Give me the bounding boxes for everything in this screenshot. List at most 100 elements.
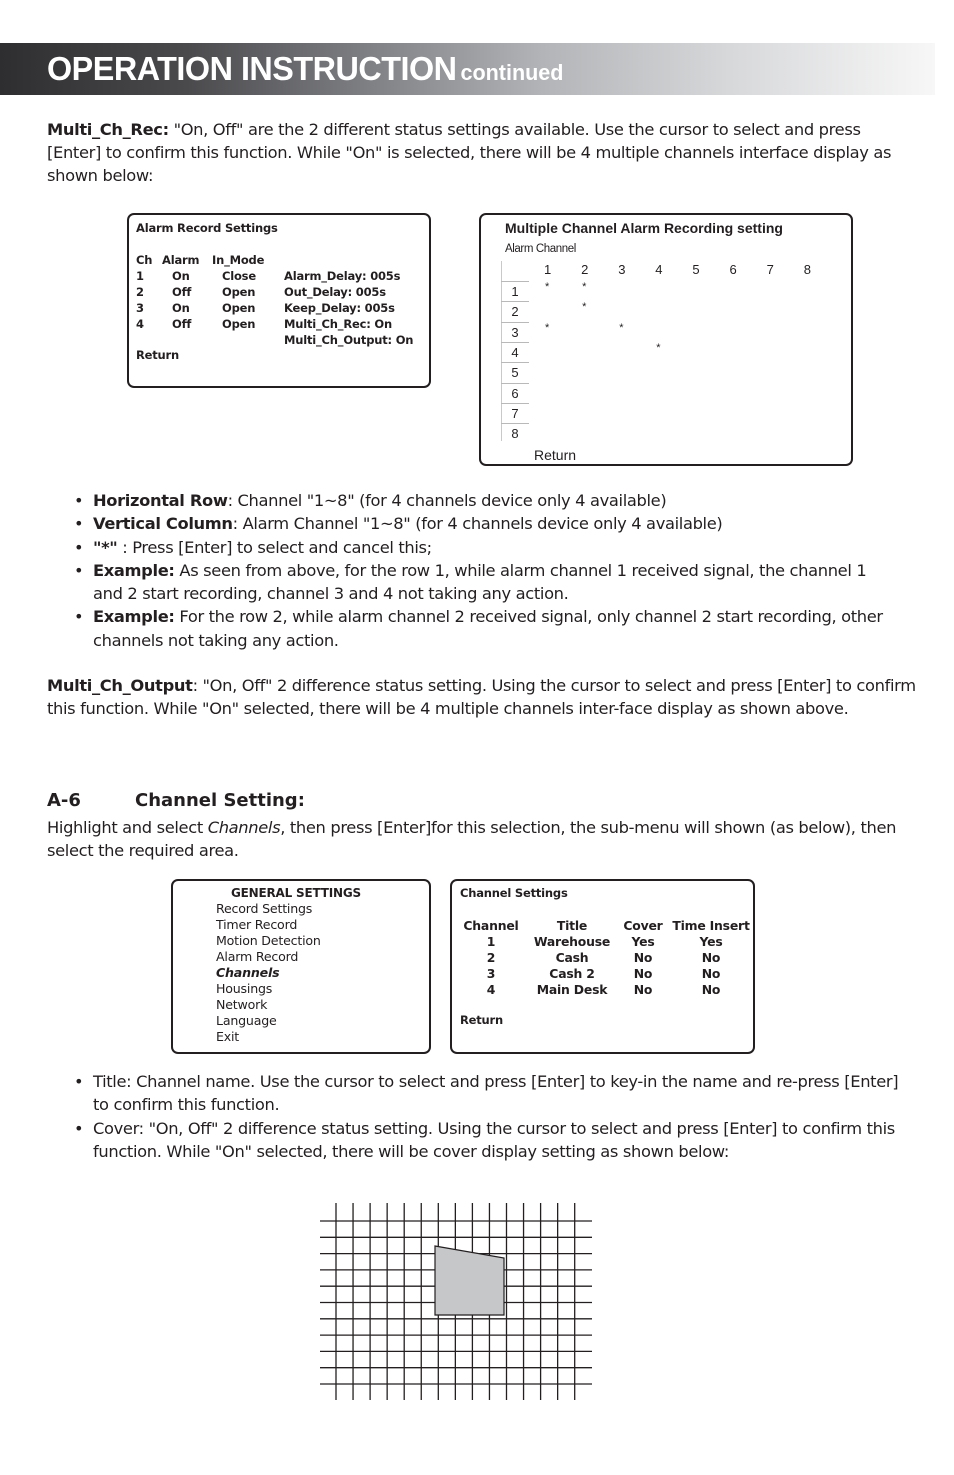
menu-item-record-settings[interactable]: Record Settings bbox=[216, 901, 312, 916]
bullet-text: : Alarm Channel "1~8" (for 4 channels de… bbox=[232, 514, 723, 534]
matrix-row-label: 7 bbox=[501, 402, 529, 423]
alarm-row-mode[interactable]: Close bbox=[222, 269, 256, 283]
bullet-term: Example: bbox=[93, 560, 175, 580]
matrix-selected-marker[interactable]: * bbox=[582, 281, 586, 293]
alarm-row-mode[interactable]: Open bbox=[222, 285, 255, 299]
multi-ch-rec-text: "On, Off" are the 2 different status set… bbox=[47, 120, 892, 185]
title-text: OPERATION INSTRUCTION bbox=[47, 50, 457, 87]
section-number: A-6 bbox=[47, 790, 81, 811]
matrix-selected-marker[interactable]: * bbox=[545, 322, 549, 334]
list-item: Cover: "On, Off" 2 difference status set… bbox=[70, 1117, 900, 1164]
col-header-ch: Ch bbox=[136, 253, 153, 267]
multi-ch-rec-setting[interactable]: Multi_Ch_Rec: On bbox=[284, 317, 392, 331]
list-item: Title: Channel name. Use the cursor to s… bbox=[70, 1070, 900, 1117]
bullet-term: Vertical Column bbox=[93, 514, 233, 534]
list-item: Horizontal Row: Channel "1~8" (for 4 cha… bbox=[70, 489, 900, 513]
channel-settings-return[interactable]: Return bbox=[460, 1013, 503, 1027]
matrix-column-header: 4 bbox=[655, 262, 663, 277]
matrix-row-label: 2 bbox=[501, 301, 529, 321]
matrix-column-header: 5 bbox=[692, 262, 700, 277]
bullet-text: Title: Channel name. Use the cursor to s… bbox=[93, 1072, 899, 1115]
multi-ch-output-term: Multi_Ch_Output bbox=[47, 676, 193, 695]
menu-item-channels[interactable]: Channels bbox=[216, 965, 280, 980]
bullet-text: Cover: "On, Off" 2 difference status set… bbox=[93, 1118, 895, 1161]
alarm-row-ch: 2 bbox=[136, 285, 144, 299]
alarm-row-ch: 1 bbox=[136, 269, 144, 283]
matrix-return[interactable]: Return bbox=[534, 447, 576, 463]
matrix-column-header: 2 bbox=[581, 262, 589, 277]
channel-setting-explanation-list: Title: Channel name. Use the cursor to s… bbox=[70, 1070, 900, 1163]
out-delay-setting[interactable]: Out_Delay: 005s bbox=[284, 285, 386, 299]
matrix-row-label: 5 bbox=[501, 362, 529, 382]
col-header-alarm: Alarm bbox=[162, 253, 200, 267]
menu-item-housings[interactable]: Housings bbox=[216, 981, 272, 996]
list-item: Vertical Column: Alarm Channel "1~8" (fo… bbox=[70, 512, 900, 536]
matrix-column-header: 7 bbox=[766, 262, 774, 277]
matrix-explanation-list: Horizontal Row: Channel "1~8" (for 4 cha… bbox=[70, 489, 900, 652]
section-heading: A-6 Channel Setting: bbox=[47, 790, 305, 811]
col-header-time-insert: Time Insert bbox=[672, 918, 750, 933]
matrix-row-label: 6 bbox=[501, 382, 529, 403]
matrix-column-header: 8 bbox=[803, 262, 811, 277]
alarm-row-ch: 3 bbox=[136, 301, 144, 315]
alarm-row-alarm[interactable]: On bbox=[172, 269, 190, 283]
multi-ch-output-paragraph: Multi_Ch_Output: "On, Off" 2 difference … bbox=[47, 674, 917, 720]
menu-item-motion-detection[interactable]: Motion Detection bbox=[216, 933, 321, 948]
bullet-text: : Press [Enter] to select and cancel thi… bbox=[117, 537, 432, 557]
general-settings-title: GENERAL SETTINGS bbox=[231, 886, 361, 900]
alarm-row-mode[interactable]: Open bbox=[222, 301, 255, 315]
bullet-term: "*" bbox=[93, 537, 118, 557]
alarm-row-mode[interactable]: Open bbox=[222, 317, 255, 331]
cell-time-insert[interactable]: No bbox=[651, 950, 771, 965]
matrix-selected-marker[interactable]: * bbox=[656, 342, 660, 354]
matrix-row-label: 4 bbox=[501, 341, 529, 362]
title-continued: continued bbox=[460, 60, 564, 85]
menu-item-exit[interactable]: Exit bbox=[216, 1029, 239, 1044]
multi-ch-rec-term: Multi_Ch_Rec: bbox=[47, 120, 169, 139]
cover-area-polygon bbox=[434, 1245, 505, 1316]
matrix-column-header: 1 bbox=[544, 262, 552, 277]
bullet-term: Example: bbox=[93, 607, 175, 627]
matrix-selected-marker[interactable]: * bbox=[545, 281, 549, 293]
matrix-column-header: 6 bbox=[729, 262, 737, 277]
matrix-row-label: 3 bbox=[501, 321, 529, 342]
channel-settings-title: Channel Settings bbox=[460, 886, 568, 900]
cover-area-grid-figure bbox=[320, 1203, 592, 1400]
cell-time-insert[interactable]: Yes bbox=[651, 934, 771, 949]
cell-time-insert[interactable]: No bbox=[651, 982, 771, 997]
alarm-record-return[interactable]: Return bbox=[136, 348, 179, 362]
alarm-record-title: Alarm Record Settings bbox=[136, 221, 278, 235]
alarm-row-alarm[interactable]: Off bbox=[172, 317, 191, 331]
bullet-text: For the row 2, while alarm channel 2 rec… bbox=[93, 607, 883, 650]
section-title: Channel Setting: bbox=[135, 790, 305, 811]
bullet-text: : Channel "1~8" (for 4 channels device o… bbox=[227, 491, 667, 510]
list-item: Example: For the row 2, while alarm chan… bbox=[70, 605, 900, 652]
matrix-axis-label: Alarm Channel bbox=[505, 243, 576, 255]
multi-ch-output-setting[interactable]: Multi_Ch_Output: On bbox=[284, 333, 413, 347]
section-intro: Highlight and select Channels, then pres… bbox=[47, 816, 917, 862]
alarm-row-alarm[interactable]: On bbox=[172, 301, 190, 315]
cell-time-insert[interactable]: No bbox=[651, 966, 771, 981]
menu-item-timer-record[interactable]: Timer Record bbox=[216, 917, 297, 932]
matrix-row-label: 1 bbox=[501, 281, 529, 301]
menu-item-language[interactable]: Language bbox=[216, 1013, 277, 1028]
alarm-row-alarm[interactable]: Off bbox=[172, 285, 191, 299]
keep-delay-setting[interactable]: Keep_Delay: 005s bbox=[284, 301, 395, 315]
page-title: OPERATION INSTRUCTION continued bbox=[47, 50, 563, 88]
col-header-in-mode: In_Mode bbox=[212, 253, 265, 267]
list-item: Example: As seen from above, for the row… bbox=[70, 559, 900, 606]
bullet-term: Horizontal Row bbox=[93, 491, 228, 510]
menu-item-network[interactable]: Network bbox=[216, 997, 267, 1012]
intro-emphasis: Channels bbox=[207, 818, 281, 837]
intro-pre: Highlight and select bbox=[47, 818, 208, 837]
menu-item-alarm-record[interactable]: Alarm Record bbox=[216, 949, 298, 964]
alarm-delay-setting[interactable]: Alarm_Delay: 005s bbox=[284, 269, 400, 283]
matrix-title: Multiple Channel Alarm Recording setting bbox=[505, 220, 783, 236]
matrix-selected-marker[interactable]: * bbox=[582, 301, 586, 313]
page-header: OPERATION INSTRUCTION continued bbox=[0, 43, 935, 95]
matrix-selected-marker[interactable]: * bbox=[619, 322, 623, 334]
bullet-text: As seen from above, for the row 1, while… bbox=[93, 560, 867, 604]
matrix-row-label: 8 bbox=[501, 423, 529, 443]
list-item: "*" : Press [Enter] to select and cancel… bbox=[70, 536, 900, 560]
alarm-row-ch: 4 bbox=[136, 317, 144, 331]
